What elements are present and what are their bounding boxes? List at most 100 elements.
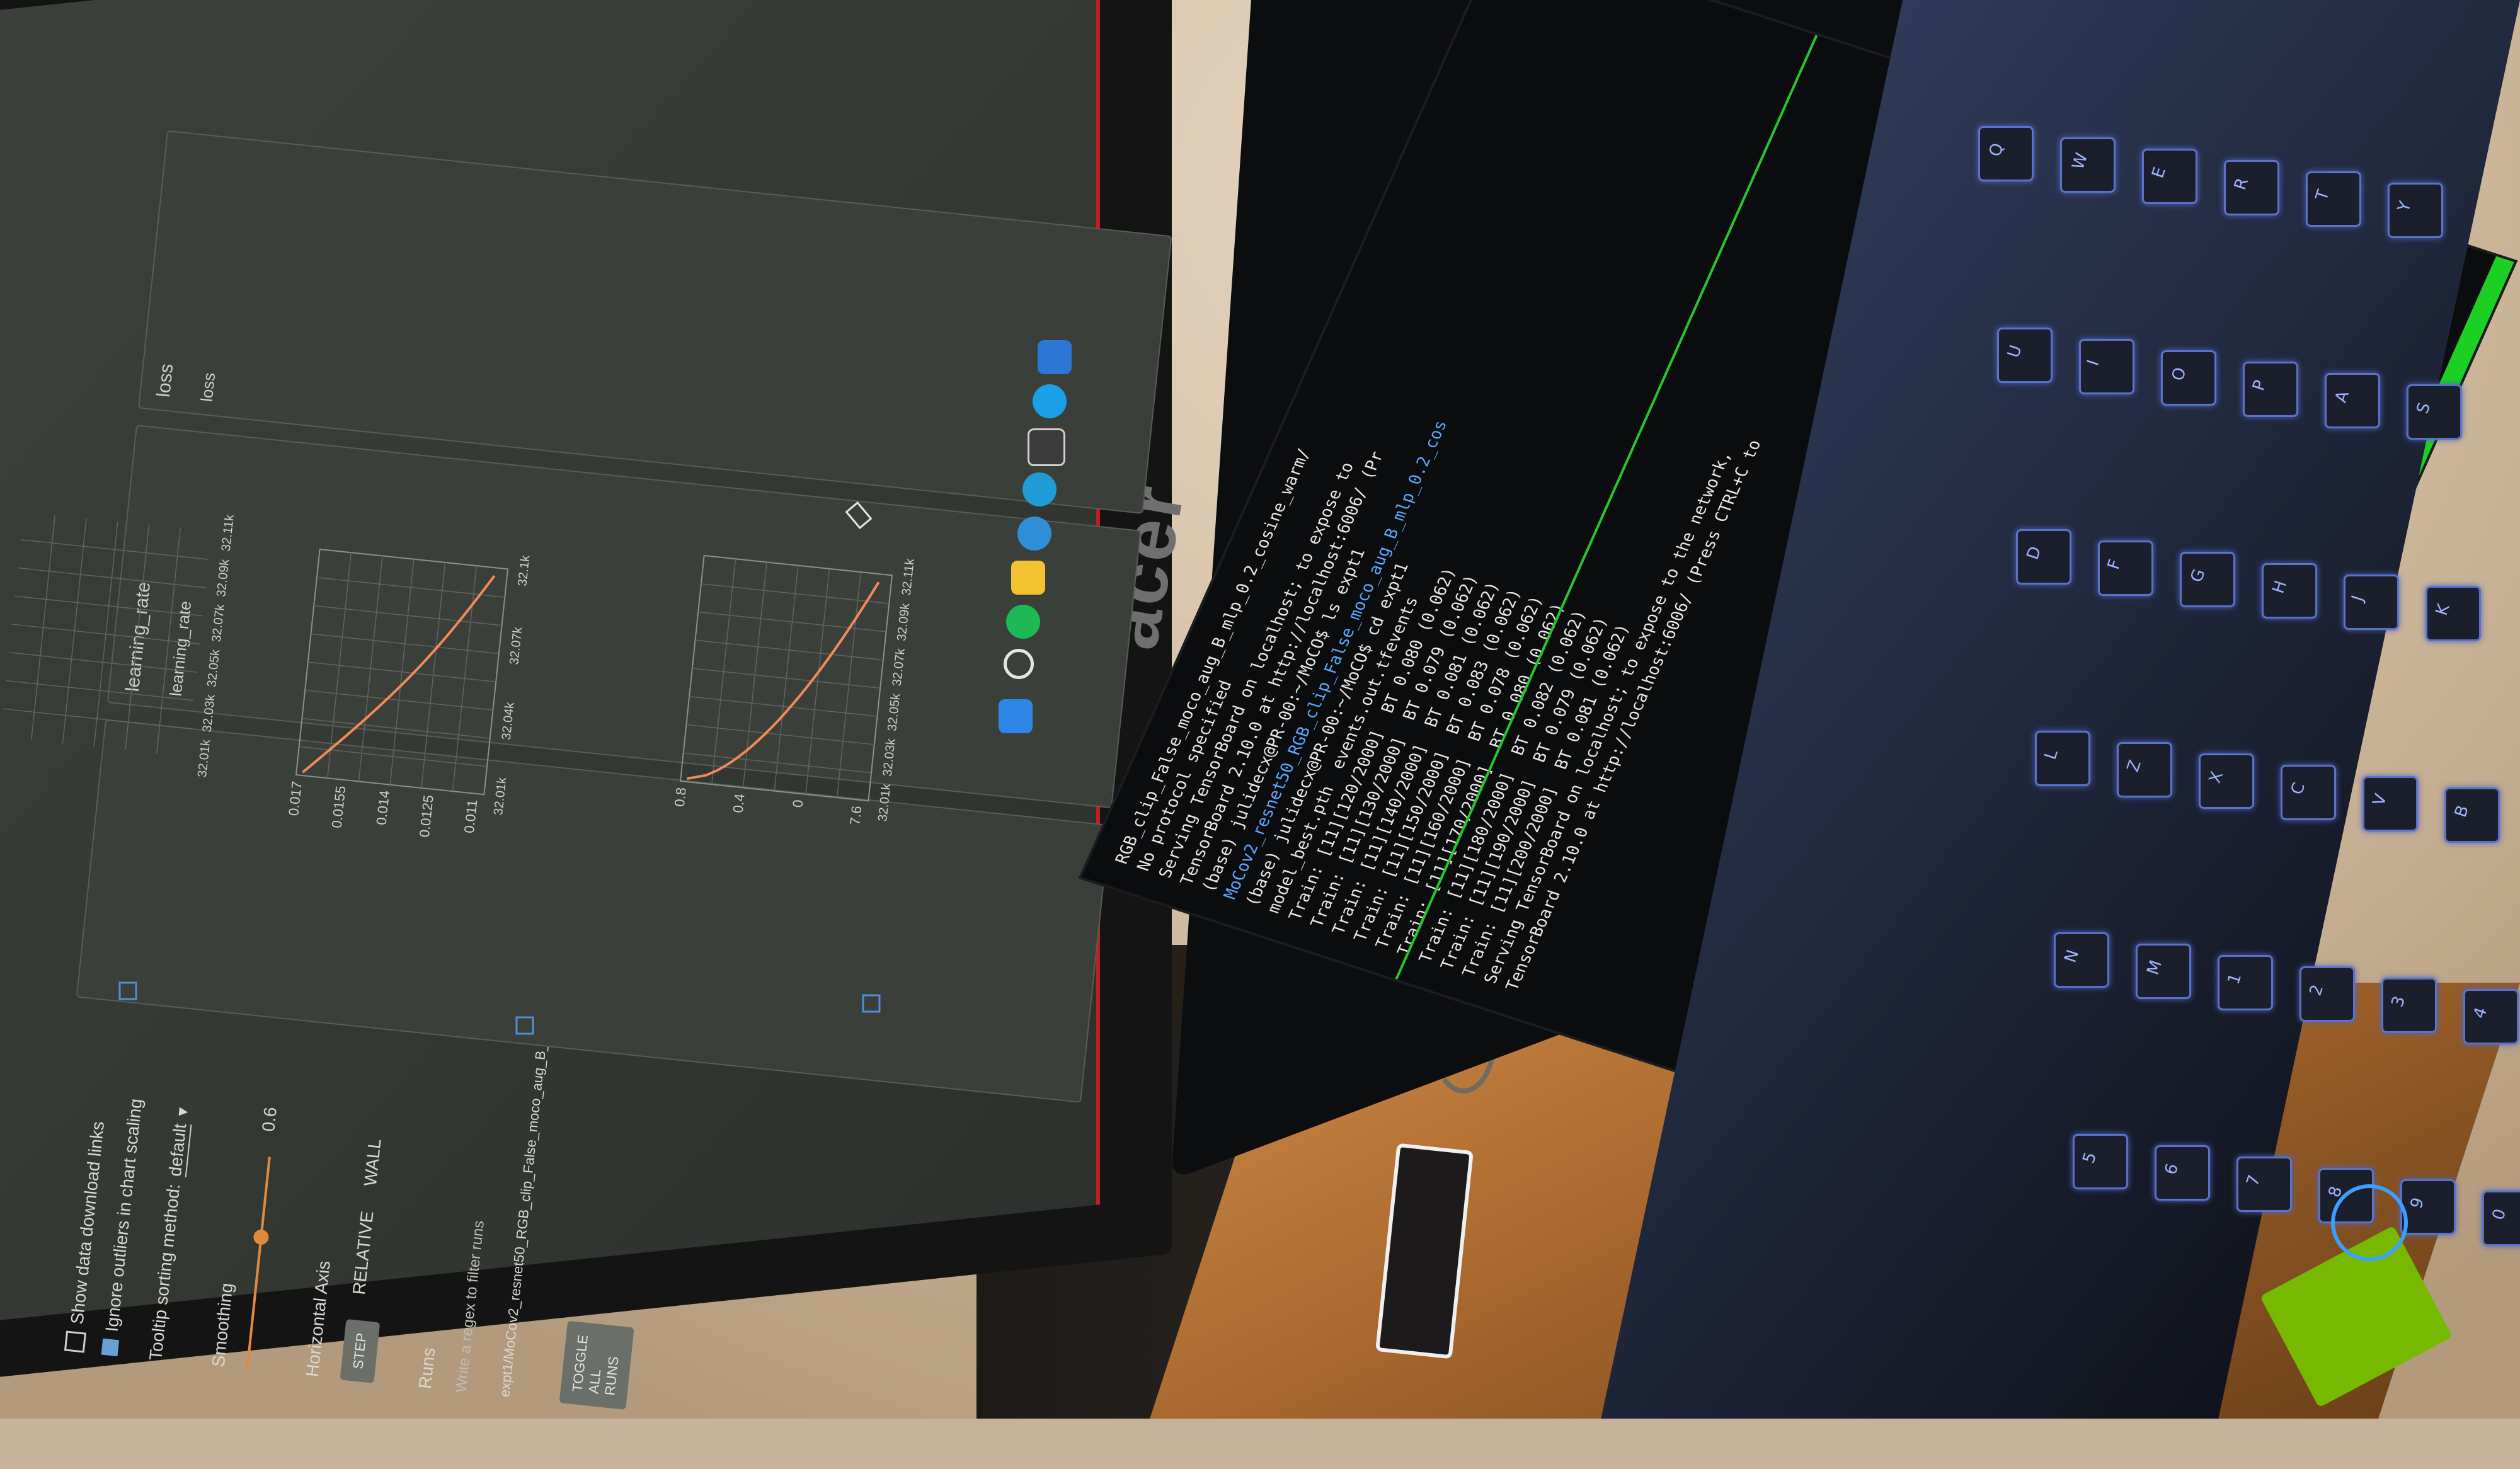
key-w[interactable]: W [2060, 137, 2116, 193]
key-label: 2 [2306, 982, 2328, 998]
key-h[interactable]: H [2262, 563, 2317, 619]
key-x[interactable]: X [2199, 753, 2254, 809]
grid-line [805, 568, 830, 794]
key-label: D [2023, 544, 2046, 563]
key-label: V [2369, 791, 2391, 809]
key-5[interactable]: 5 [2073, 1134, 2128, 1189]
key-label: 1 [2224, 971, 2246, 987]
key-e[interactable]: E [2142, 149, 2197, 204]
key-g[interactable]: G [2180, 552, 2235, 607]
key-label: N [2061, 947, 2083, 965]
x-tick-label: 32.01k [195, 738, 213, 778]
key-label: T [2312, 187, 2334, 203]
key-o[interactable]: O [2161, 350, 2216, 406]
refresh-app-icon[interactable] [1017, 517, 1051, 551]
x-tick-label: 32.11k [900, 557, 917, 597]
key-v[interactable]: V [2362, 776, 2418, 832]
key-label: B [2451, 803, 2473, 820]
key-label: R [2230, 175, 2253, 193]
key-p[interactable]: P [2243, 362, 2298, 417]
key-n[interactable]: N [2054, 932, 2109, 988]
key-m[interactable]: M [2136, 944, 2191, 999]
key-label: 4 [2470, 1005, 2492, 1021]
key-b[interactable]: B [2444, 787, 2500, 843]
fullscreen-icon[interactable] [515, 1016, 534, 1035]
key-label: M [2143, 957, 2166, 978]
key-label: J [2348, 593, 2368, 604]
key-1[interactable]: 1 [2218, 955, 2273, 1010]
y-tick-label: 0.8 [672, 787, 689, 808]
key-3[interactable]: 3 [2381, 978, 2437, 1033]
windows-start-icon[interactable] [999, 699, 1033, 733]
key-a[interactable]: A [2325, 373, 2380, 428]
y-tick-label: 0.017 [285, 780, 305, 816]
x-tick-label: 32.11k [219, 513, 237, 552]
key-label: 6 [2161, 1161, 2183, 1177]
key-y[interactable]: Y [2388, 183, 2443, 238]
key-label: K [2432, 602, 2454, 618]
fullscreen-icon[interactable] [118, 981, 137, 1000]
edge-icon[interactable] [1022, 472, 1057, 506]
store-icon[interactable] [1038, 340, 1072, 374]
grid-line [836, 572, 862, 798]
grid-line [326, 552, 352, 779]
key-label: Q [1985, 140, 2008, 159]
key-label: 0 [2488, 1206, 2511, 1223]
grid-line [156, 528, 181, 754]
x-tick-label: 32.01k [491, 776, 509, 816]
y-tick-label: 0.0125 [416, 794, 437, 838]
fullscreen-icon[interactable] [862, 994, 881, 1013]
key-label: C [2288, 780, 2310, 797]
key-j[interactable]: J [2344, 574, 2399, 630]
y-tick-label: 0 [789, 799, 806, 808]
x-tick-label: 32.07k [890, 647, 908, 687]
key-d[interactable]: D [2016, 529, 2071, 585]
key-label: 5 [2079, 1150, 2101, 1166]
key-r[interactable]: R [2224, 160, 2279, 215]
grid-line [389, 559, 415, 785]
grid-line [125, 524, 150, 750]
loss-xticks: 32.01k 32.03k 32.05k 32.07k 32.09k 32.11k [876, 557, 917, 822]
key-label: A [2331, 388, 2353, 406]
x-tick-label: 32.09k [214, 558, 232, 598]
search-icon[interactable] [1004, 649, 1034, 679]
key-label: Z [2123, 757, 2145, 775]
key-l[interactable]: L [2035, 731, 2090, 786]
windows-taskbar [986, 315, 1072, 769]
key-t[interactable]: T [2306, 171, 2361, 227]
learning-rate-xticks: 32.01k 32.04k 32.07k 32.1k [491, 554, 532, 816]
key-label: 3 [2388, 993, 2410, 1010]
key-label: X [2205, 769, 2227, 786]
grid-line [421, 562, 446, 788]
key-k[interactable]: K [2426, 586, 2481, 641]
grid-line [452, 566, 478, 792]
skype-icon[interactable] [1033, 384, 1067, 418]
file-explorer-icon[interactable] [1011, 561, 1045, 595]
key-s[interactable]: S [2407, 384, 2462, 440]
key-q[interactable]: Q [1978, 126, 2034, 181]
x-tick-label: 32.09k [895, 602, 912, 642]
x-tick-label: 32.07k [507, 626, 525, 665]
y-tick-label: 0.4 [730, 793, 748, 814]
key-f[interactable]: F [2098, 540, 2153, 596]
loss-chart: 0.8 0.4 0 7.6 32.01k 32.03k 32.05k 32.07k 32.09… [672, 554, 917, 826]
x-tick-label: 32.04k [500, 701, 517, 741]
key-u[interactable]: U [1997, 328, 2053, 383]
key-label: 7 [2243, 1172, 2265, 1189]
key-0[interactable]: 0 [2482, 1191, 2520, 1246]
key-7[interactable]: 7 [2236, 1157, 2292, 1212]
key-i[interactable]: I [2079, 339, 2134, 394]
key-label: F [2104, 557, 2126, 572]
key-4[interactable]: 4 [2463, 989, 2519, 1044]
key-2[interactable]: 2 [2300, 966, 2355, 1022]
key-9[interactable]: 9 [2400, 1179, 2456, 1235]
spotify-icon[interactable] [1006, 605, 1040, 639]
learning-rate-grid [299, 552, 505, 792]
x-tick-label: 32.05k [205, 648, 222, 688]
key-6[interactable]: 6 [2155, 1145, 2210, 1201]
terminal-app-icon[interactable] [1028, 428, 1065, 466]
key-z[interactable]: Z [2117, 742, 2172, 797]
key-label: H [2269, 578, 2291, 596]
y-tick-label: 0.011 [461, 799, 480, 834]
key-c[interactable]: C [2281, 765, 2336, 820]
